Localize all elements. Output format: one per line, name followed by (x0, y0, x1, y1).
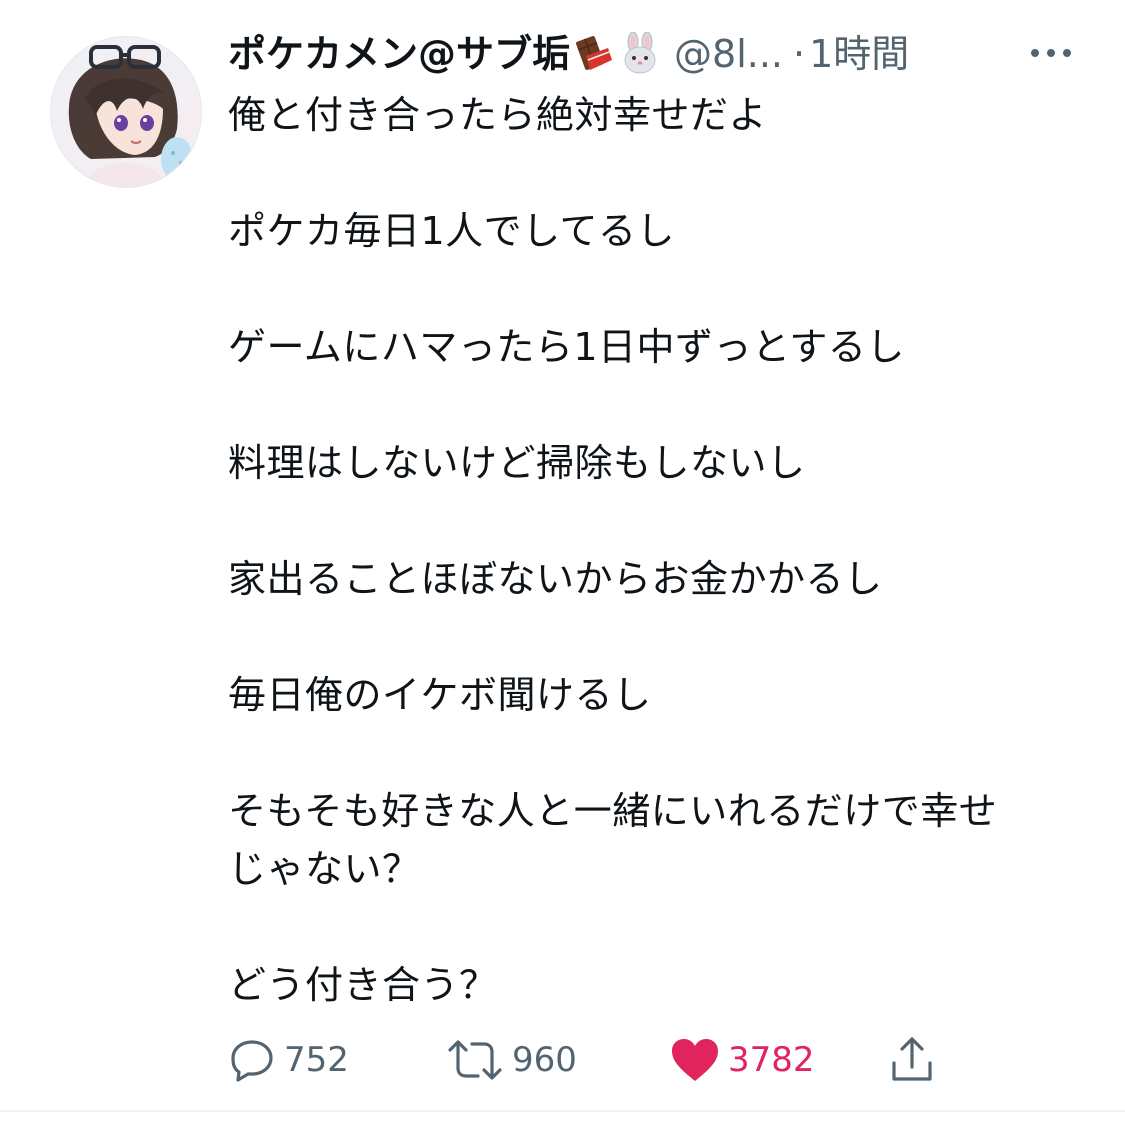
more-options-button[interactable] (1026, 36, 1076, 70)
tweet-text-line (228, 144, 1088, 202)
like-count: 3782 (728, 1040, 815, 1080)
more-icon (1031, 49, 1071, 57)
tweet-text-line: ポケカ毎日1人でしてるし (228, 209, 676, 253)
reply-button[interactable]: 752 (228, 1030, 349, 1090)
tweet-text-line: 家出ることほぼないからお金かかるし (228, 557, 883, 601)
tweet-text-line (228, 260, 1088, 318)
heart-icon (672, 1039, 718, 1081)
chocolate-bar-icon (574, 34, 614, 74)
retweet-icon (448, 1040, 502, 1080)
handle[interactable]: @8l... (674, 26, 783, 82)
tweet-text-line: 毎日俺のイケボ聞けるし (228, 673, 652, 717)
reply-icon (231, 1040, 273, 1082)
rabbit-face-icon (618, 32, 662, 76)
share-icon (892, 1037, 932, 1081)
tweet-actions: 752 960 3782 (228, 1030, 1028, 1090)
divider (0, 1110, 1125, 1112)
tweet-text-line (228, 724, 1088, 782)
tweet-text-line: じゃない？ (228, 847, 421, 891)
tweet-text-line (228, 608, 1088, 666)
tweet-text-line: 料理はしないけど掃除もしないし (228, 441, 806, 485)
retweet-button[interactable]: 960 (446, 1030, 577, 1090)
avatar[interactable] (50, 36, 202, 188)
separator-dot: · (793, 32, 806, 76)
share-button[interactable] (888, 1030, 936, 1090)
tweet[interactable]: ポケカメン@サブ垢 @8l... · 1時間 俺と付き合ったら絶対幸せだよ ポケ… (0, 0, 1125, 1110)
tweet-text-line: そもそも好きな人と一緒にいれるだけで幸せ (228, 789, 998, 833)
retweet-count: 960 (512, 1040, 577, 1080)
tweet-header: ポケカメン@サブ垢 @8l... · 1時間 (228, 26, 909, 82)
tweet-text-line (228, 898, 1088, 956)
reply-count: 752 (284, 1040, 349, 1080)
display-name[interactable]: ポケカメン@サブ垢 (228, 26, 570, 82)
tweet-text-line (228, 492, 1088, 550)
tweet-text-line: ゲームにハマったら1日中ずっとするし (228, 325, 905, 369)
tweet-text-line: どう付き合う？ (228, 963, 498, 1007)
like-button[interactable]: 3782 (670, 1030, 815, 1090)
timestamp[interactable]: 1時間 (809, 26, 909, 82)
tweet-text-line: 俺と付き合ったら絶対幸せだよ (228, 93, 768, 137)
tweet-text-line (228, 376, 1088, 434)
tweet-text: 俺と付き合ったら絶対幸せだよ ポケカ毎日1人でしてるし ゲームにハマったら1日中… (228, 86, 1088, 1014)
avatar-image (51, 37, 201, 187)
